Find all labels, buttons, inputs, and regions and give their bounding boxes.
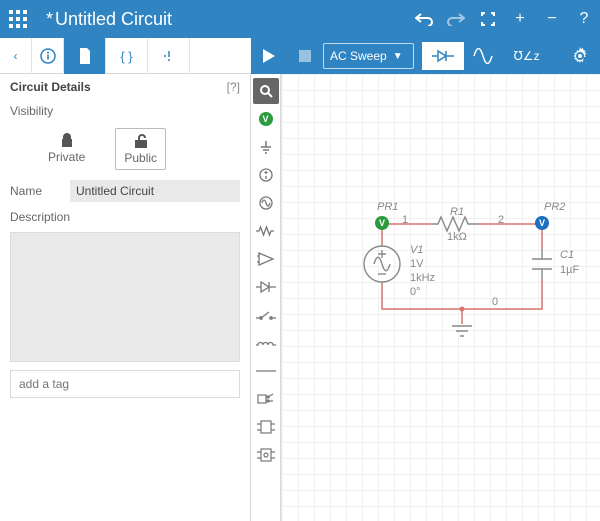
- palette-ground-icon[interactable]: [253, 134, 279, 160]
- palette-search-icon[interactable]: [253, 78, 279, 104]
- node1-label: 1: [402, 214, 408, 226]
- palette-opamp-icon[interactable]: [253, 246, 279, 272]
- mode-sine-icon[interactable]: [464, 42, 506, 70]
- r1-name: R1: [450, 206, 464, 218]
- visibility-private[interactable]: Private: [40, 128, 93, 170]
- minus-button[interactable]: −: [536, 0, 568, 38]
- v1-amp: 1V: [410, 258, 423, 270]
- tab-document-icon[interactable]: [64, 38, 106, 74]
- unlock-icon: [133, 133, 149, 149]
- probe-pr2-label: PR2: [544, 201, 565, 213]
- v1-name: V1: [410, 244, 423, 256]
- palette-resistor-icon[interactable]: [253, 218, 279, 244]
- app-grid-icon[interactable]: [0, 0, 36, 38]
- name-input[interactable]: [70, 180, 240, 202]
- details-header: Circuit Details: [10, 80, 91, 94]
- details-panel: Circuit Details [?] Visibility Private P…: [0, 74, 251, 521]
- left-tabs: ‹ { }: [0, 38, 251, 74]
- palette-inductor-icon[interactable]: [253, 330, 279, 356]
- r1-value: 1kΩ: [447, 231, 467, 243]
- visibility-public[interactable]: Public: [115, 128, 166, 170]
- palette-diode-icon[interactable]: [253, 274, 279, 300]
- probe-pr2-dot[interactable]: V: [535, 216, 549, 230]
- node0-label: 0: [492, 296, 498, 308]
- sim-toolbar: AC Sweep ▼ ℧∠z: [251, 38, 600, 74]
- palette-switch-icon[interactable]: [253, 302, 279, 328]
- mode-diode-icon[interactable]: [422, 42, 464, 70]
- node2-label: 2: [498, 214, 504, 226]
- run-button[interactable]: [251, 38, 287, 74]
- redo-icon[interactable]: [440, 0, 472, 38]
- v1-phase: 0°: [410, 286, 421, 298]
- c1-name: C1: [560, 249, 574, 261]
- palette-ic1-icon[interactable]: [253, 414, 279, 440]
- stop-button[interactable]: [287, 38, 323, 74]
- sim-mode-label: AC Sweep: [330, 49, 387, 63]
- details-help[interactable]: [?]: [227, 80, 240, 94]
- chevron-down-icon: ▼: [393, 51, 403, 62]
- visibility-private-label: Private: [48, 150, 85, 164]
- tab-errors-icon[interactable]: [148, 38, 190, 74]
- probe-pr1-dot[interactable]: V: [375, 216, 389, 230]
- name-label: Name: [10, 184, 62, 198]
- palette-ac-source-icon[interactable]: [253, 190, 279, 216]
- probe-pr1-label: PR1: [377, 201, 398, 213]
- tab-code[interactable]: { }: [106, 38, 148, 74]
- visibility-label: Visibility: [10, 104, 240, 118]
- palette-relay-icon[interactable]: [253, 386, 279, 412]
- tab-back[interactable]: ‹: [0, 38, 32, 74]
- tag-input[interactable]: [10, 370, 240, 398]
- fullscreen-icon[interactable]: [472, 0, 504, 38]
- palette-wire-icon[interactable]: [253, 358, 279, 384]
- dirty-mark: *: [46, 9, 55, 30]
- title-text: Untitled Circuit: [55, 9, 172, 30]
- palette-dc-source-icon[interactable]: [253, 162, 279, 188]
- schematic-canvas[interactable]: V V PR1 PR2 1 2 0 R1 1kΩ V1 1V 1kHz 0° C…: [281, 74, 600, 521]
- window-title: * Untitled Circuit: [36, 9, 408, 30]
- description-label: Description: [10, 210, 240, 224]
- plus-button[interactable]: +: [504, 0, 536, 38]
- description-input[interactable]: [10, 232, 240, 362]
- tab-info-icon[interactable]: [32, 38, 64, 74]
- mode-phasor-icon[interactable]: ℧∠z: [506, 42, 548, 70]
- component-palette: V: [251, 74, 281, 521]
- settings-icon[interactable]: [560, 47, 600, 65]
- palette-probe[interactable]: V: [253, 106, 279, 132]
- c1-value: 1µF: [560, 264, 579, 276]
- v1-freq: 1kHz: [410, 272, 435, 284]
- help-button[interactable]: ?: [568, 0, 600, 38]
- undo-icon[interactable]: [408, 0, 440, 38]
- visibility-public-label: Public: [124, 151, 157, 165]
- lock-icon: [60, 132, 74, 148]
- palette-ic2-icon[interactable]: [253, 442, 279, 468]
- sim-mode-select[interactable]: AC Sweep ▼: [323, 43, 414, 69]
